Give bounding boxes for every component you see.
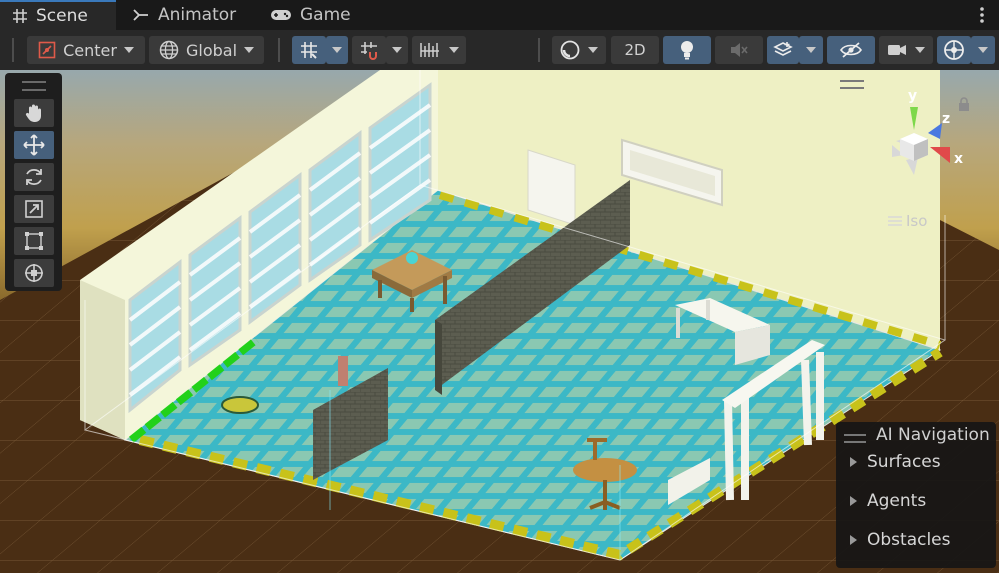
draw-mode-dropdown[interactable] (552, 36, 606, 64)
pivot-rotation-label: Global (185, 40, 238, 60)
chevron-down-icon (244, 47, 255, 53)
nav-item-label: Agents (867, 491, 927, 511)
chevron-right-icon (850, 535, 857, 545)
projection-toggle[interactable]: Iso (888, 212, 927, 230)
chevron-down-icon (123, 47, 134, 53)
gizmo-y-label: y (908, 88, 918, 104)
move-tool-button[interactable] (14, 131, 54, 159)
gamepad-icon (271, 10, 291, 20)
gizmo-sphere-icon (944, 40, 964, 60)
toolbar-grip (538, 38, 540, 62)
tab-game-label: Game (300, 5, 351, 25)
transform-tool-button[interactable] (14, 259, 54, 287)
tab-scene[interactable]: Scene (0, 0, 116, 30)
menu-lines-icon (888, 216, 902, 226)
gizmo-z-label: z (942, 111, 951, 127)
tab-animator[interactable]: Animator (132, 0, 236, 30)
shading-sphere-icon (560, 40, 580, 60)
pivot-mode-dropdown[interactable]: Center (27, 36, 145, 64)
scene-visibility-button[interactable] (827, 36, 875, 64)
gizmo-x-label: x (954, 151, 964, 167)
snap-button[interactable] (352, 36, 386, 64)
grid-options-dropdown[interactable] (326, 36, 348, 64)
move-arrows-icon (23, 134, 45, 156)
scale-icon (25, 200, 43, 218)
ai-navigation-overlay: AI Navigation Surfaces Agents Obstacles (836, 422, 996, 568)
lighting-toggle-button[interactable] (663, 36, 711, 64)
speaker-muted-icon (731, 43, 748, 57)
rect-tool-button[interactable] (14, 227, 54, 255)
toggle-2d-button[interactable]: 2D (611, 36, 659, 64)
ruler-icon (420, 43, 439, 57)
tab-game[interactable]: Game (270, 0, 351, 30)
rotate-tool-button[interactable] (14, 163, 54, 191)
rect-transform-icon (25, 232, 43, 250)
pivot-mode-label: Center (63, 40, 117, 60)
effects-toggle-button[interactable] (767, 36, 799, 64)
chevron-right-icon (850, 496, 857, 506)
globe-icon (159, 40, 179, 60)
tab-animator-label: Animator (158, 5, 237, 25)
effects-options-dropdown[interactable] (799, 36, 823, 64)
gizmos-toggle-button[interactable] (937, 36, 971, 64)
pivot-rotation-dropdown[interactable]: Global (149, 36, 264, 64)
tools-overlay (5, 73, 62, 291)
ai-navigation-title: AI Navigation (876, 425, 990, 445)
animator-icon (133, 9, 148, 21)
nav-item-label: Surfaces (867, 452, 941, 472)
chevron-down-icon (915, 47, 925, 53)
toolbar-grip (278, 38, 280, 62)
orientation-gizmo[interactable]: y z x (870, 85, 980, 195)
chevron-down-icon (332, 47, 342, 53)
hand-tool-button[interactable] (14, 99, 54, 127)
tab-scene-label: Scene (36, 6, 88, 26)
chevron-down-icon (978, 47, 988, 53)
eye-hidden-icon (840, 42, 862, 58)
view-options-handle[interactable] (840, 80, 864, 89)
camera-settings-dropdown[interactable] (879, 36, 933, 64)
nav-item-agents[interactable]: Agents (850, 491, 926, 511)
more-menu-icon[interactable] (979, 6, 985, 24)
grid-visibility-button[interactable] (292, 36, 326, 64)
overlay-drag-handle[interactable] (22, 81, 46, 91)
magnet-grid-icon (361, 42, 377, 60)
audio-toggle-button[interactable] (715, 36, 763, 64)
nav-item-obstacles[interactable]: Obstacles (850, 530, 951, 550)
toolbar-grip (12, 38, 14, 62)
camera-icon (888, 45, 906, 55)
chevron-right-icon (850, 457, 857, 467)
scale-tool-button[interactable] (14, 195, 54, 223)
projection-label: Iso (906, 212, 928, 230)
layers-effects-icon (773, 42, 793, 56)
gizmos-options-dropdown[interactable] (971, 36, 995, 64)
pivot-icon (38, 41, 56, 59)
lightbulb-icon (681, 41, 693, 60)
rotate-icon (26, 168, 42, 186)
increment-snap-dropdown[interactable] (412, 36, 466, 64)
toggle-2d-label: 2D (624, 41, 646, 59)
snap-options-dropdown[interactable] (386, 36, 408, 64)
transform-icon (25, 264, 43, 282)
scene-toolbar: Center Global 2D (0, 30, 999, 70)
nav-item-surfaces[interactable]: Surfaces (850, 452, 941, 472)
nav-item-label: Obstacles (867, 530, 951, 550)
grid-icon (13, 9, 27, 23)
axis-gizmo-icon (892, 107, 950, 175)
hand-icon (25, 104, 41, 122)
chevron-down-icon (588, 47, 598, 53)
chevron-down-icon (392, 47, 402, 53)
chevron-down-icon (806, 47, 816, 53)
tab-bar: Scene Animator Game (0, 0, 999, 30)
chevron-down-icon (449, 47, 459, 53)
grid-snap-icon (301, 42, 317, 59)
overlay-drag-handle[interactable] (844, 434, 866, 443)
